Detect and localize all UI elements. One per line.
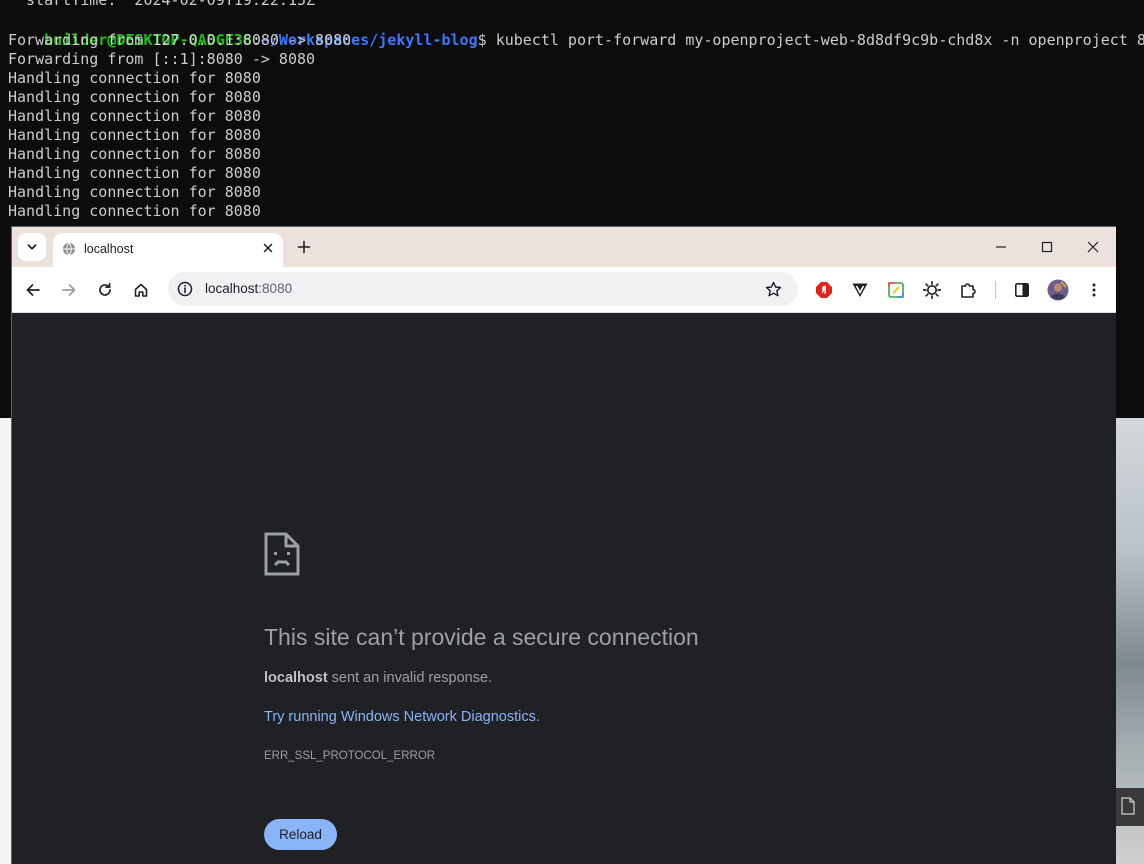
error-host: localhost bbox=[264, 670, 328, 686]
terminal-output-line: Handling connection for 8080 bbox=[8, 126, 261, 144]
tab-localhost[interactable]: localhost bbox=[53, 233, 283, 267]
home-button[interactable] bbox=[130, 279, 152, 301]
browser-window: localhost localhost:8080 This site can’t… bbox=[11, 226, 1116, 864]
adblock-icon bbox=[816, 282, 832, 298]
close-icon bbox=[1087, 241, 1099, 253]
side-panel-button[interactable] bbox=[1011, 279, 1033, 301]
tab-strip: localhost bbox=[12, 227, 1116, 267]
terminal-line-partial: startTime: "2024-02-09T19:22:15Z" bbox=[8, 0, 325, 9]
color-picker-icon bbox=[888, 282, 904, 298]
sad-document-icon bbox=[264, 532, 300, 576]
new-tab-button[interactable] bbox=[294, 237, 314, 257]
puzzle-icon bbox=[961, 283, 976, 298]
minimize-button[interactable] bbox=[991, 237, 1011, 257]
error-title: This site can’t provide a secure connect… bbox=[264, 624, 699, 650]
kebab-menu-icon bbox=[1092, 283, 1096, 297]
profile-button[interactable] bbox=[1047, 279, 1069, 301]
tab-title: localhost bbox=[84, 242, 134, 256]
terminal-output-line: Forwarding from 127.0.0.1:8080 -> 8080 bbox=[8, 31, 352, 49]
error-code: ERR_SSL_PROTOCOL_ERROR bbox=[264, 750, 436, 762]
close-icon bbox=[263, 243, 273, 253]
chevron-down-icon bbox=[27, 244, 37, 250]
avatar bbox=[1047, 279, 1069, 301]
tab-close-button[interactable] bbox=[260, 240, 276, 256]
prompt-symbol: $ bbox=[477, 31, 496, 49]
bookmark-button[interactable] bbox=[764, 280, 782, 298]
maximize-button[interactable] bbox=[1037, 237, 1057, 257]
browser-menu-button[interactable] bbox=[1083, 279, 1105, 301]
terminal-output-line: Handling connection for 8080 bbox=[8, 145, 261, 163]
plus-icon bbox=[297, 240, 311, 254]
terminal-output-line: Handling connection for 8080 bbox=[8, 107, 261, 125]
reload-page-button[interactable]: Reload bbox=[264, 819, 337, 850]
browser-toolbar: localhost:8080 bbox=[12, 267, 1116, 313]
star-icon bbox=[765, 281, 781, 296]
error-message: localhost sent an invalid response. bbox=[264, 670, 492, 686]
terminal-output-line: Handling connection for 8080 bbox=[8, 202, 261, 220]
url-text: localhost:8080 bbox=[205, 281, 292, 296]
side-panel-icon bbox=[1014, 282, 1029, 297]
color-picker-extension-button[interactable] bbox=[885, 279, 907, 301]
reload-button[interactable] bbox=[94, 279, 116, 301]
globe-icon bbox=[63, 242, 75, 256]
terminal-prompt-line: builder@DESKTOP-QADGF36:~/Workspaces/jek… bbox=[8, 12, 1144, 49]
extensions-button[interactable] bbox=[957, 279, 979, 301]
back-button[interactable] bbox=[22, 279, 44, 301]
terminal-output-line: Handling connection for 8080 bbox=[8, 69, 261, 87]
minimize-icon bbox=[996, 246, 1006, 248]
sun-gear-icon bbox=[923, 281, 941, 299]
forward-arrow-icon bbox=[62, 284, 76, 296]
site-info-button[interactable] bbox=[176, 280, 194, 298]
vivaldi-v-icon bbox=[852, 283, 868, 297]
error-suggestion: Try running Windows Network Diagnostics. bbox=[264, 709, 540, 725]
info-icon bbox=[177, 281, 193, 297]
address-bar[interactable]: localhost:8080 bbox=[168, 272, 798, 306]
suggestion-suffix: . bbox=[535, 709, 540, 725]
error-message-text: sent an invalid response. bbox=[327, 670, 493, 686]
close-window-button[interactable] bbox=[1083, 237, 1103, 257]
tab-search-button[interactable] bbox=[18, 233, 46, 261]
terminal-command: kubectl port-forward my-openproject-web-… bbox=[495, 31, 1144, 49]
network-diagnostics-link[interactable]: Try running Windows Network Diagnostics bbox=[264, 709, 536, 725]
document-icon[interactable] bbox=[1121, 797, 1135, 815]
toolbar-divider bbox=[995, 281, 996, 299]
vivaldi-extension-button[interactable] bbox=[849, 279, 871, 301]
back-arrow-icon bbox=[26, 284, 40, 296]
terminal-output-line: Forwarding from [::1]:8080 -> 8080 bbox=[8, 50, 316, 68]
forward-button[interactable] bbox=[58, 279, 80, 301]
reload-icon bbox=[99, 282, 111, 296]
adblock-extension-button[interactable] bbox=[813, 279, 835, 301]
home-icon bbox=[134, 283, 148, 297]
terminal-output-line: Handling connection for 8080 bbox=[8, 183, 261, 201]
url-host: localhost bbox=[205, 281, 259, 296]
url-port: :8080 bbox=[258, 281, 293, 296]
terminal-output-line: Handling connection for 8080 bbox=[8, 88, 261, 106]
error-page: This site can’t provide a secure connect… bbox=[12, 313, 1116, 864]
maximize-icon bbox=[1041, 241, 1053, 253]
sun-extension-button[interactable] bbox=[921, 279, 943, 301]
terminal-output-line: Handling connection for 8080 bbox=[8, 164, 261, 182]
